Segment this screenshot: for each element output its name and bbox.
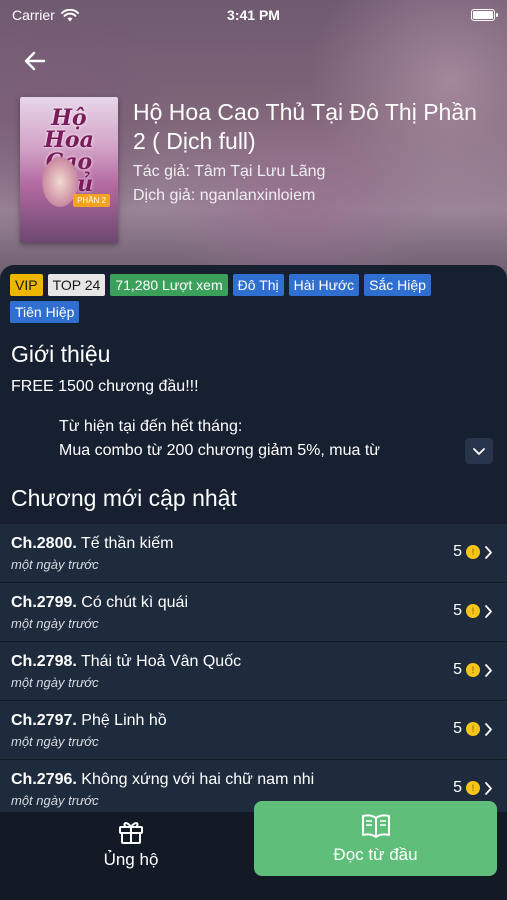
chapter-price-value: 5 bbox=[453, 543, 462, 560]
chapter-title: Ch.2799. Có chút kì quái bbox=[11, 594, 188, 612]
chapter-number: Ch.2797. bbox=[11, 712, 77, 729]
intro-heading: Giới thiệu bbox=[11, 341, 111, 367]
tag-top-rank: TOP 24 bbox=[47, 274, 106, 296]
tag-genre[interactable]: Đô Thị bbox=[232, 274, 284, 296]
tag-genre[interactable]: Tiên Hiệp bbox=[10, 301, 80, 323]
intro-line: Từ hiện tại đến hết tháng: bbox=[59, 418, 243, 435]
battery-icon bbox=[471, 9, 498, 21]
arrow-left-icon bbox=[24, 51, 46, 71]
chapter-title: Ch.2797. Phệ Linh hồ bbox=[11, 712, 167, 730]
chevron-right-icon bbox=[485, 545, 492, 559]
chapter-title: Ch.2798. Thái tử Hoả Vân Quốc bbox=[11, 653, 241, 671]
chapter-time: một ngày trước bbox=[11, 793, 99, 808]
chevron-down-icon bbox=[473, 447, 485, 455]
book-translator: Dịch giả: nganlanxinloiem bbox=[133, 187, 316, 204]
chapter-price-value: 5 bbox=[453, 720, 462, 737]
support-button[interactable]: Ủng hộ bbox=[12, 812, 250, 876]
chapter-price: 5 ! bbox=[453, 661, 493, 679]
chapter-name: Thái tử Hoả Vân Quốc bbox=[80, 653, 242, 670]
chapter-price-value: 5 bbox=[453, 602, 462, 619]
chapter-name: Không xứng với hai chữ nam nhi bbox=[81, 771, 315, 788]
coin-icon: ! bbox=[466, 604, 480, 618]
chapter-row[interactable]: Ch.2799. Có chút kì quái một ngày trước … bbox=[0, 583, 507, 642]
chapter-price: 5 ! bbox=[453, 720, 493, 738]
chapter-time: một ngày trước bbox=[11, 734, 99, 749]
chapter-number: Ch.2796. bbox=[11, 771, 77, 788]
chapter-name: Tế thần kiếm bbox=[80, 535, 174, 552]
chapter-price: 5 ! bbox=[453, 602, 493, 620]
coin-icon: ! bbox=[466, 663, 480, 677]
tag-vip: VIP bbox=[10, 274, 43, 296]
read-from-start-label: Đọc từ đầu bbox=[333, 844, 418, 864]
chapter-row[interactable]: Ch.2800. Tế thần kiếm một ngày trước 5 ! bbox=[0, 524, 507, 583]
chapter-title: Ch.2800. Tế thần kiếm bbox=[11, 535, 173, 553]
support-label: Ủng hộ bbox=[103, 850, 159, 869]
cover-tag: PHẦN 2 bbox=[73, 194, 110, 207]
chapter-number: Ch.2799. bbox=[11, 594, 77, 611]
expand-intro-button[interactable] bbox=[465, 438, 493, 464]
chapter-title: Ch.2796. Không xứng với hai chữ nam nhi bbox=[11, 771, 314, 789]
gift-box-icon bbox=[119, 822, 143, 844]
status-bar: Carrier 3:41 PM bbox=[0, 0, 507, 30]
chapter-number: Ch.2798. bbox=[11, 653, 77, 670]
chapter-price-value: 5 bbox=[453, 779, 462, 796]
chapter-time: một ngày trước bbox=[11, 675, 99, 690]
chevron-right-icon bbox=[485, 663, 492, 677]
chapters-heading: Chương mới cập nhật bbox=[11, 485, 237, 511]
intro-first-line: FREE 1500 chương đầu!!! bbox=[11, 378, 199, 395]
tag-genre[interactable]: Sắc Hiệp bbox=[364, 274, 431, 296]
chapter-price: 5 ! bbox=[453, 543, 493, 561]
cover-illustration bbox=[30, 152, 90, 232]
tag-list: VIP TOP 24 71,280 Lượt xem Đô Thị Hài Hư… bbox=[10, 274, 500, 323]
tag-genre[interactable]: Hài Hước bbox=[288, 274, 360, 296]
open-book-icon bbox=[361, 813, 390, 838]
bottom-action-bar: Ủng hộ Đọc từ đầu bbox=[0, 801, 507, 900]
chevron-right-icon bbox=[485, 781, 492, 795]
status-time: 3:41 PM bbox=[227, 7, 280, 23]
book-title: Hộ Hoa Cao Thủ Tại Đô Thị Phần 2 ( Dịch … bbox=[133, 99, 477, 154]
coin-icon: ! bbox=[466, 722, 480, 736]
chapter-row[interactable]: Ch.2797. Phệ Linh hồ một ngày trước 5 ! bbox=[0, 701, 507, 760]
chapter-list: Ch.2800. Tế thần kiếm một ngày trước 5 !… bbox=[0, 524, 507, 819]
chevron-right-icon bbox=[485, 722, 492, 736]
chapter-number: Ch.2800. bbox=[11, 535, 77, 552]
chapter-price-value: 5 bbox=[453, 661, 462, 678]
chevron-right-icon bbox=[485, 604, 492, 618]
chapter-time: một ngày trước bbox=[11, 557, 99, 572]
tag-view-count: 71,280 Lượt xem bbox=[110, 274, 228, 296]
read-from-start-button[interactable]: Đọc từ đầu bbox=[254, 801, 497, 876]
book-cover: Hộ Hoa Cao Thủ PHẦN 2 bbox=[20, 97, 118, 243]
coin-icon: ! bbox=[466, 781, 480, 795]
back-button[interactable] bbox=[18, 44, 52, 78]
coin-icon: ! bbox=[466, 545, 480, 559]
chapter-row[interactable]: Ch.2798. Thái tử Hoả Vân Quốc một ngày t… bbox=[0, 642, 507, 701]
chapter-time: một ngày trước bbox=[11, 616, 99, 631]
chapter-name: Có chút kì quái bbox=[81, 594, 188, 611]
book-author: Tác giả: Tâm Tại Lưu Lãng bbox=[133, 163, 326, 180]
chapter-price: 5 ! bbox=[453, 779, 493, 797]
chapter-name: Phệ Linh hồ bbox=[81, 712, 167, 729]
intro-fade bbox=[0, 455, 507, 469]
